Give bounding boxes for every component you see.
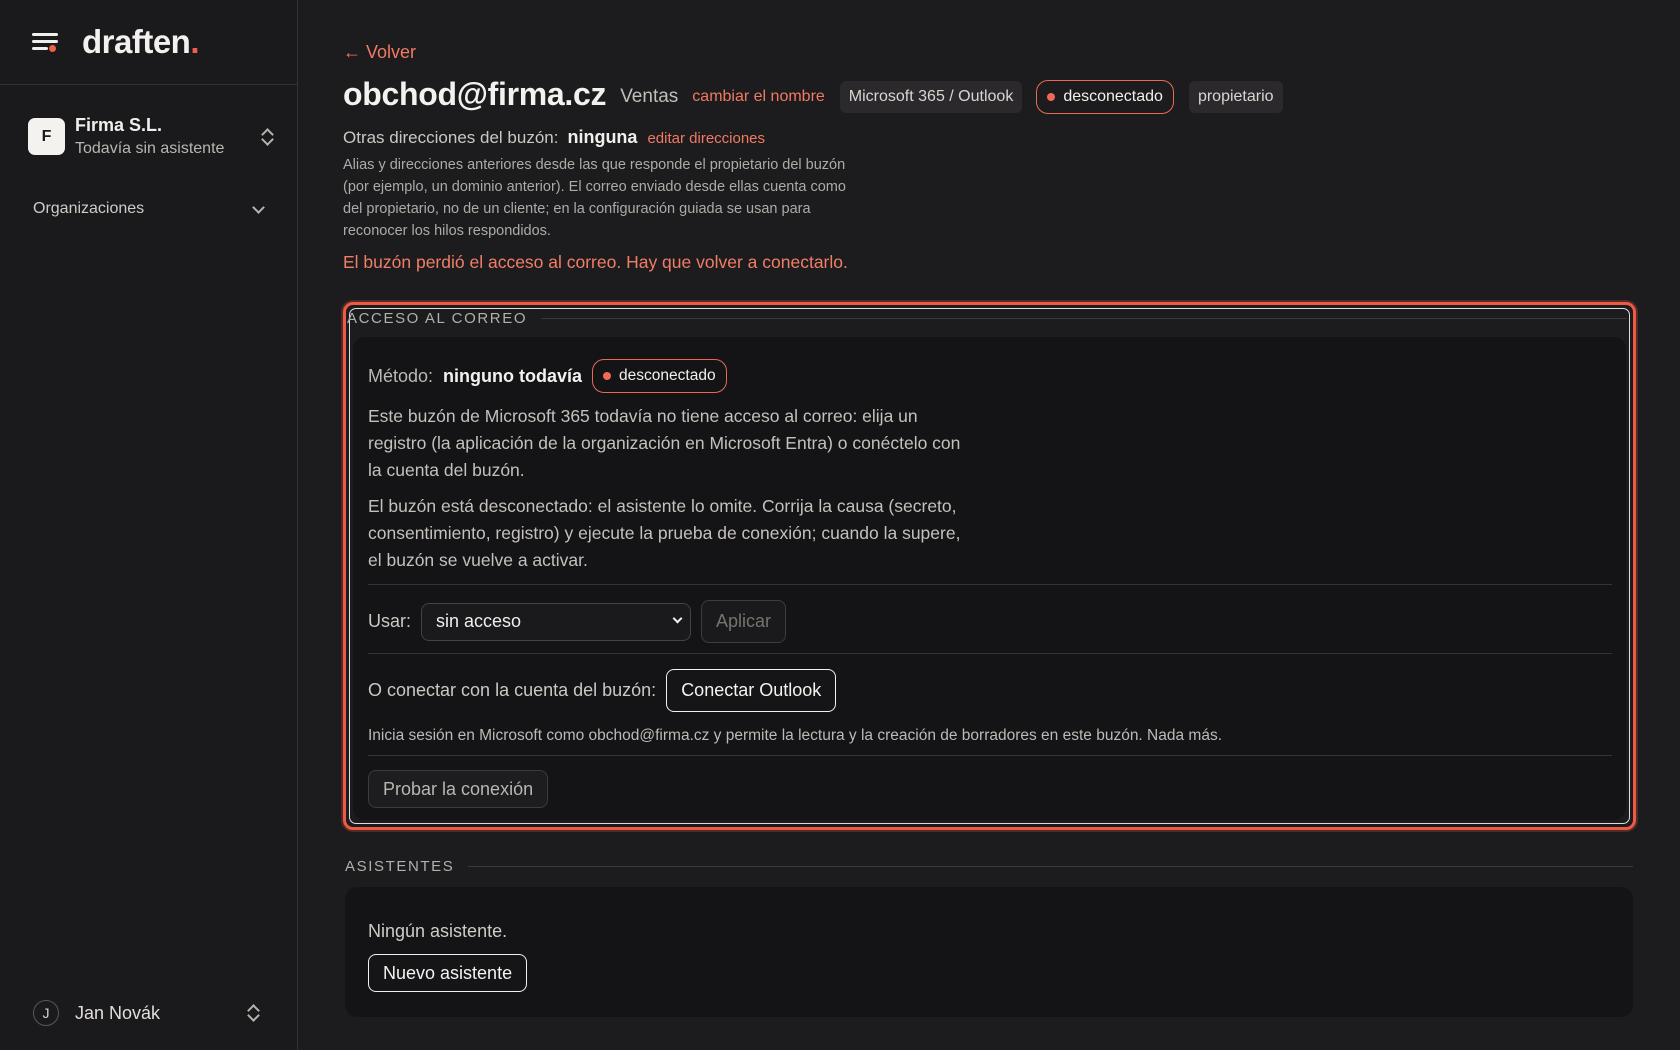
org-avatar: F [28,118,65,155]
divider [368,653,1612,654]
method-status-badge: desconectado [592,359,727,393]
connect-help-text: Inicia sesión en Microsoft como obchod@f… [368,727,1222,744]
rename-link[interactable]: cambiar el nombre [692,88,825,106]
avatar: J [33,1000,59,1026]
sidebar: draften. F Firma S.L. Todavía sin asiste… [0,0,298,1050]
user-name: Jan Novák [75,1002,161,1023]
mailbox-team: Ventas [620,86,679,107]
menu-icon[interactable] [32,30,60,54]
aliases-help-text: Alias y direcciones anteriores desde las… [343,157,846,239]
test-connection-button[interactable]: Probar la conexión [368,770,549,808]
assistants-card: Ningún asistente. Nuevo asistente [345,887,1633,1017]
status-badge-label: desconectado [1063,88,1163,105]
mail-access-section: ACCESO AL CORREO Método: ninguno todavía… [343,302,1636,830]
chevron-updown-icon [259,127,275,147]
mail-access-card: Método: ninguno todavía desconectado Est… [353,337,1626,820]
empty-state-text: Ningún asistente. [368,921,508,941]
use-row: Usar: sin acceso Aplicar [368,600,1612,643]
user-switcher[interactable]: J Jan Novák [33,1000,261,1026]
status-dot-icon [603,372,612,380]
back-link[interactable]: ← Volver [343,42,416,63]
new-assistant-button[interactable]: Nuevo asistente [368,954,528,992]
edit-aliases-link[interactable]: editar direcciones [647,130,765,147]
connect-outlook-button[interactable]: Conectar Outlook [666,669,837,712]
nav-section-organizations[interactable]: Organizaciones [33,200,265,218]
access-description: Este buzón de Microsoft 365 todavía no t… [368,406,961,480]
disconnected-description: El buzón está desconectado: el asistente… [368,496,961,570]
aliases-label: Otras direcciones del buzón: [343,128,559,147]
connect-row: O conectar con la cuenta del buzón: Cone… [368,669,1612,712]
logo[interactable]: draften. [82,23,199,61]
assistants-section: ASISTENTES Ningún asistente. Nuevo asist… [345,858,1633,1017]
method-row: Método: ninguno todavía desconectado [368,359,1612,393]
brand-bar: draften. [0,0,297,85]
use-label: Usar: [368,611,412,631]
divider [368,755,1612,756]
aliases-row: Otras direcciones del buzón: ninguna edi… [343,127,1680,148]
method-value: ninguno todavía [443,365,583,386]
method-label: Método: [368,365,434,386]
apply-button[interactable]: Aplicar [701,600,787,643]
access-method-select[interactable]: sin acceso [421,602,692,641]
nav-section-label: Organizaciones [33,200,145,217]
aliases-value: ninguna [567,127,638,147]
org-subtitle: Todavía sin asistente [75,140,225,157]
status-badge: desconectado [1036,80,1174,114]
chevron-down-icon [252,200,265,214]
chevron-updown-icon [245,1003,261,1023]
error-message: El buzón perdió el acceso al correo. Hay… [343,252,848,272]
section-header-assistants: ASISTENTES [345,858,1633,875]
method-status-label: desconectado [619,367,716,384]
section-header-mail-access: ACCESO AL CORREO [347,310,1627,327]
page-title: obchod@firma.cz [343,75,607,112]
org-name: Firma S.L. [75,115,163,135]
connect-label: O conectar con la cuenta del buzón: [368,680,657,700]
provider-badge: Microsoft 365 / Outlook [839,81,1023,113]
organization-switcher[interactable]: F Firma S.L. Todavía sin asistente [28,115,275,158]
mailbox-header: obchod@firma.cz Ventas cambiar el nombre… [343,75,1680,114]
status-dot-icon [1047,93,1056,101]
divider [368,584,1612,585]
role-badge: propietario [1188,81,1283,113]
